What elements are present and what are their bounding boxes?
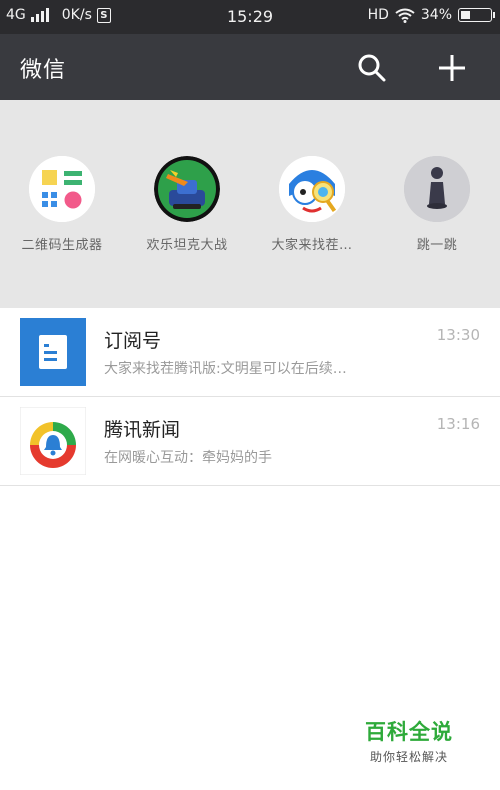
mini-app-find-difference[interactable]: 大家来找茬… (250, 156, 374, 253)
plus-icon (439, 55, 465, 81)
chat-row-subscription[interactable]: 订阅号 13:30 大家来找茬腾讯版:文明星可以在后续… (0, 308, 500, 397)
qr-generator-icon (29, 156, 95, 222)
search-icon (358, 54, 386, 82)
chat-preview: 在网暖心互动：牵妈妈的手 (104, 450, 272, 466)
mini-app-qr-generator[interactable]: 二维码生成器 (0, 156, 124, 253)
chat-row-tencent-news[interactable]: 腾讯新闻 13:16 在网暖心互动：牵妈妈的手 (0, 397, 500, 486)
chat-preview: 大家来找茬腾讯版:文明星可以在后续… (104, 361, 347, 377)
status-right: HD 34% (367, 7, 495, 23)
chat-name: 腾讯新闻 (104, 419, 181, 441)
chat-time: 13:30 (436, 326, 480, 344)
watermark: 百科全说 助你轻松解决 (354, 716, 464, 765)
mini-app-label: 欢乐坦克大战 (146, 238, 228, 253)
chat-name: 订阅号 (104, 330, 162, 352)
watermark-subtitle: 助你轻松解决 (369, 750, 448, 764)
app-title: 微信 (20, 58, 67, 83)
add-button[interactable] (434, 50, 470, 86)
mini-app-tank-battle[interactable]: 欢乐坦克大战 (125, 156, 249, 253)
watermark-title: 百科全说 (365, 720, 453, 744)
tencent-news-icon (19, 406, 87, 476)
chat-time: 13:16 (436, 415, 480, 433)
mini-app-label: 跳一跳 (416, 238, 458, 253)
mini-program-strip: 二维码生成器 欢乐坦克大战 大家来找茬… 跳一跳 (0, 100, 500, 308)
subscription-icon (20, 318, 86, 386)
battery-icon (458, 8, 495, 22)
search-button[interactable] (354, 50, 390, 86)
hd-indicator: HD (367, 7, 389, 23)
mini-app-label: 二维码生成器 (21, 238, 103, 253)
mini-app-jump-jump[interactable]: 跳一跳 (375, 156, 499, 253)
jump-jump-icon (404, 156, 470, 222)
chat-list: 订阅号 13:30 大家来找茬腾讯版:文明星可以在后续… 腾讯新闻 13:16 … (0, 308, 500, 486)
title-bar: 微信 (0, 34, 500, 100)
wifi-icon (395, 8, 415, 23)
battery-fill (461, 11, 470, 19)
mini-app-label: 大家来找茬… (271, 238, 353, 253)
battery-percent: 34% (420, 7, 452, 23)
tank-battle-icon (154, 156, 220, 222)
find-difference-icon (279, 156, 345, 222)
status-bar: 4G 0K/s S 15:29 HD 34% (0, 0, 500, 34)
